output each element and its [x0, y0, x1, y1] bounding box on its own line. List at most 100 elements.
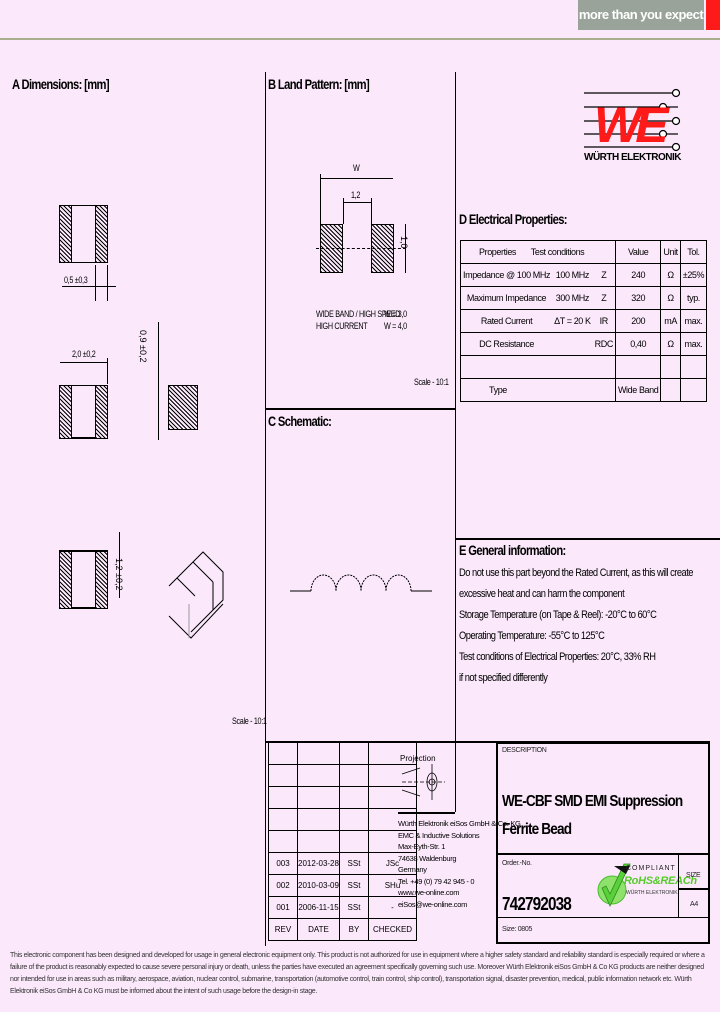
dim-line	[158, 322, 159, 440]
table-cell: max.	[679, 332, 708, 356]
center-line	[316, 248, 406, 249]
dim-line	[320, 174, 321, 224]
divider-d-e	[455, 538, 720, 540]
rev-header: CHECKED	[368, 918, 417, 941]
table-cell	[614, 355, 662, 379]
divider-b-d	[455, 72, 456, 742]
table-row: Maximum Impedance 300 MHz Z 320 Ω typ.	[460, 286, 708, 310]
info-line: Do not use this part beyond the Rated Cu…	[459, 567, 694, 579]
isometric-view	[168, 551, 224, 639]
table-cell: 0,40	[614, 332, 662, 356]
dim-line	[343, 198, 344, 224]
dimensions-scale: Scale - 10:1	[232, 716, 267, 726]
compliance-line1: COMPLIANT	[626, 865, 676, 872]
table-cell: Wide Band	[614, 378, 662, 402]
rev-cell: SSt	[339, 896, 369, 919]
table-cell: Maximum Impedance	[460, 286, 553, 310]
dim-length-label: 2,0 ±0,2	[72, 349, 96, 359]
dim-h-label: 1,0	[399, 236, 409, 249]
table-cell: mA	[660, 309, 681, 333]
divider-b-c	[265, 408, 455, 410]
table-cell: 300 MHz	[552, 286, 593, 310]
case-size-label: Size: 0805	[502, 926, 533, 933]
table-row: Type Wide Band	[460, 378, 708, 402]
table-cell: ±25%	[679, 263, 708, 287]
rev-cell: 003	[268, 852, 298, 875]
revision-header-row: REV DATE BY CHECKED	[268, 918, 417, 941]
rev-header: REV	[268, 918, 298, 941]
revision-table: 003 2012-03-28 SSt JSc 002 2010-03-09 SS…	[268, 742, 417, 941]
revision-row: 001 2006-11-15 SSt -	[268, 896, 417, 919]
revision-row: 003 2012-03-28 SSt JSc	[268, 852, 417, 875]
part-description: WE-CBF SMD EMI Suppression Ferrite Bead	[502, 793, 683, 838]
table-row: Impedance @ 100 MHz 100 MHz Z 240 Ω ±25%	[460, 263, 708, 287]
brand-accent-bar	[706, 0, 720, 30]
note-high-current: HIGH CURRENT	[316, 321, 368, 331]
land-pattern-title: B Land Pattern: [mm]	[268, 76, 370, 92]
table-cell: Impedance @ 100 MHz	[460, 263, 553, 287]
table-header-row: Properties Test conditions Value Unit To…	[460, 240, 708, 264]
table-cell: 100 MHz	[552, 263, 593, 287]
inductor-symbol	[290, 574, 432, 592]
component-end-view	[168, 385, 198, 430]
revision-row: 002 2010-03-09 SSt SHu	[268, 874, 417, 897]
info-line: Storage Temperature (on Tape & Reel): -2…	[459, 609, 657, 621]
divider	[398, 812, 455, 814]
note-high-current-value: W = 4,0	[384, 321, 407, 331]
component-side-view	[59, 385, 108, 439]
table-cell: Z	[592, 286, 616, 310]
rev-cell: SSt	[339, 852, 369, 875]
disclaimer-text: This electronic component has been desig…	[10, 952, 705, 995]
note-wide-band-value: W = 3,0	[384, 309, 407, 319]
divider	[678, 853, 679, 917]
size-label: SIZE	[686, 872, 701, 879]
logo-brand-text: WÜRTH ELEKTRONIK	[584, 152, 682, 163]
rev-cell: 2012-03-28	[297, 852, 340, 875]
projection-symbol	[401, 764, 445, 800]
table-cell: Z	[592, 263, 616, 287]
rev-header: BY	[339, 918, 369, 941]
divider	[498, 917, 708, 918]
general-info-title: E General information:	[459, 542, 566, 558]
table-cell: 200	[614, 309, 662, 333]
info-line: excessive heat and can harm the componen…	[459, 588, 625, 600]
dim-width-label: 1,2 ±0,2	[114, 558, 124, 591]
header-cell: Tol.	[679, 240, 708, 264]
table-cell: Ω	[660, 286, 681, 310]
logo-mark: WE	[594, 97, 670, 153]
dim-line	[95, 265, 96, 301]
dim-height-label: 0,9 ±0,2	[138, 330, 148, 363]
component-top-view	[59, 205, 108, 263]
dim-gap-label: 1,2	[351, 190, 361, 200]
schematic-title: C Schematic:	[268, 413, 332, 429]
header-rule	[0, 38, 720, 40]
table-cell: Ω	[660, 263, 681, 287]
table-cell	[660, 355, 681, 379]
table-cell: 240	[614, 263, 662, 287]
description-box: DESCRIPTION WE-CBF SMD EMI Suppression F…	[496, 742, 710, 944]
table-cell: Ω	[660, 332, 681, 356]
table-cell: Rated Current	[460, 309, 553, 333]
table-row	[460, 355, 708, 379]
divider-a-b	[265, 72, 266, 946]
info-line: if not specified differently	[459, 672, 548, 684]
table-cell: RDC	[592, 332, 616, 356]
order-label: Order.-No.	[502, 860, 532, 867]
table-cell	[460, 355, 616, 379]
table-cell	[552, 332, 593, 356]
land-pattern-scale: Scale - 10:1	[414, 377, 449, 387]
divider	[498, 853, 708, 855]
table-cell	[679, 378, 708, 402]
rev-cell: 001	[268, 896, 298, 919]
rev-cell: 2006-11-15	[297, 896, 340, 919]
info-line: Test conditions of Electrical Properties…	[459, 651, 656, 663]
table-cell: max.	[679, 309, 708, 333]
dim-line	[343, 202, 371, 203]
table-cell: Type	[460, 378, 616, 402]
divider	[678, 888, 708, 890]
dim-line	[107, 358, 108, 384]
table-cell	[660, 378, 681, 402]
dim-line	[62, 286, 116, 287]
rev-cell: 2010-03-09	[297, 874, 340, 897]
electrical-title: D Electrical Properties:	[459, 211, 568, 227]
